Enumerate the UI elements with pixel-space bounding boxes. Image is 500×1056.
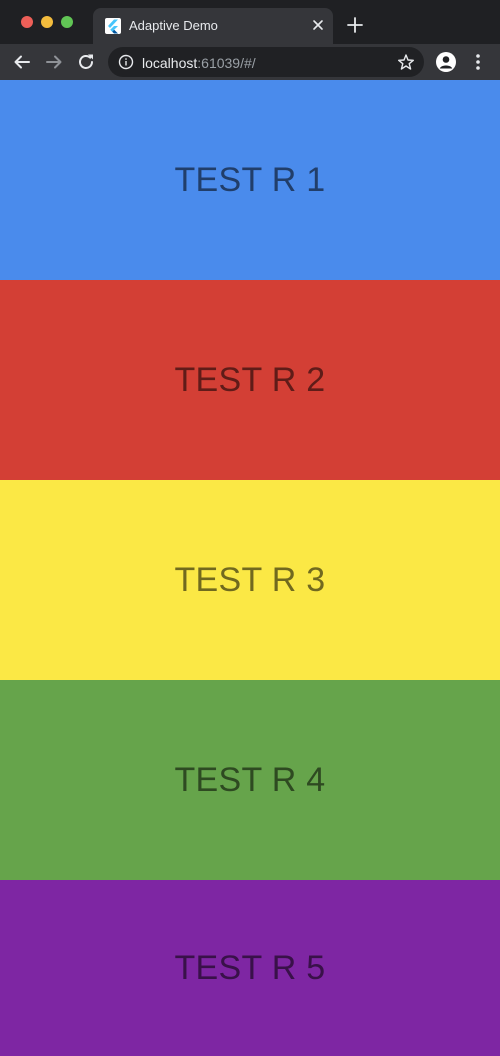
tab-adaptive-demo[interactable]: Adaptive Demo: [93, 8, 333, 44]
panel-1: TEST R 1: [0, 80, 500, 280]
arrow-right-icon[interactable]: [43, 51, 65, 73]
panel-4: TEST R 4: [0, 680, 500, 880]
panel-label: TEST R 3: [174, 560, 326, 599]
tab-strip: Adaptive Demo: [0, 0, 500, 44]
panel-3: TEST R 3: [0, 480, 500, 680]
window-minimize-button[interactable]: [41, 16, 53, 28]
tab-title: Adaptive Demo: [129, 18, 218, 33]
close-tab-icon[interactable]: [309, 16, 327, 34]
panel-2: TEST R 2: [0, 280, 500, 480]
reload-icon[interactable]: [75, 51, 97, 73]
panel-label: TEST R 1: [174, 160, 326, 199]
url-host: localhost: [142, 55, 198, 71]
flutter-icon: [105, 18, 121, 34]
window-maximize-button[interactable]: [61, 16, 73, 28]
kebab-icon[interactable]: [470, 52, 486, 72]
page-content: TEST R 1 TEST R 2 TEST R 3 TEST R 4 TEST…: [0, 80, 500, 1056]
panel-5: TEST R 5: [0, 880, 500, 1056]
person-icon[interactable]: [436, 52, 456, 72]
window-close-button[interactable]: [21, 16, 33, 28]
arrow-left-icon[interactable]: [11, 51, 33, 73]
panel-label: TEST R 4: [174, 760, 326, 799]
info-icon[interactable]: [118, 54, 134, 70]
browser-toolbar: localhost:61039/#/: [0, 44, 500, 80]
panel-label: TEST R 5: [174, 948, 326, 987]
panel-label: TEST R 2: [174, 360, 326, 399]
address-bar[interactable]: localhost:61039/#/: [108, 47, 424, 77]
browser-window: Adaptive Demo localhost:61039/#/ TEST R …: [0, 0, 500, 1056]
plus-icon[interactable]: [344, 14, 366, 36]
url-path: :61039/#/: [197, 55, 256, 71]
star-icon[interactable]: [397, 53, 415, 71]
url-text: localhost:61039/#/: [142, 55, 256, 71]
